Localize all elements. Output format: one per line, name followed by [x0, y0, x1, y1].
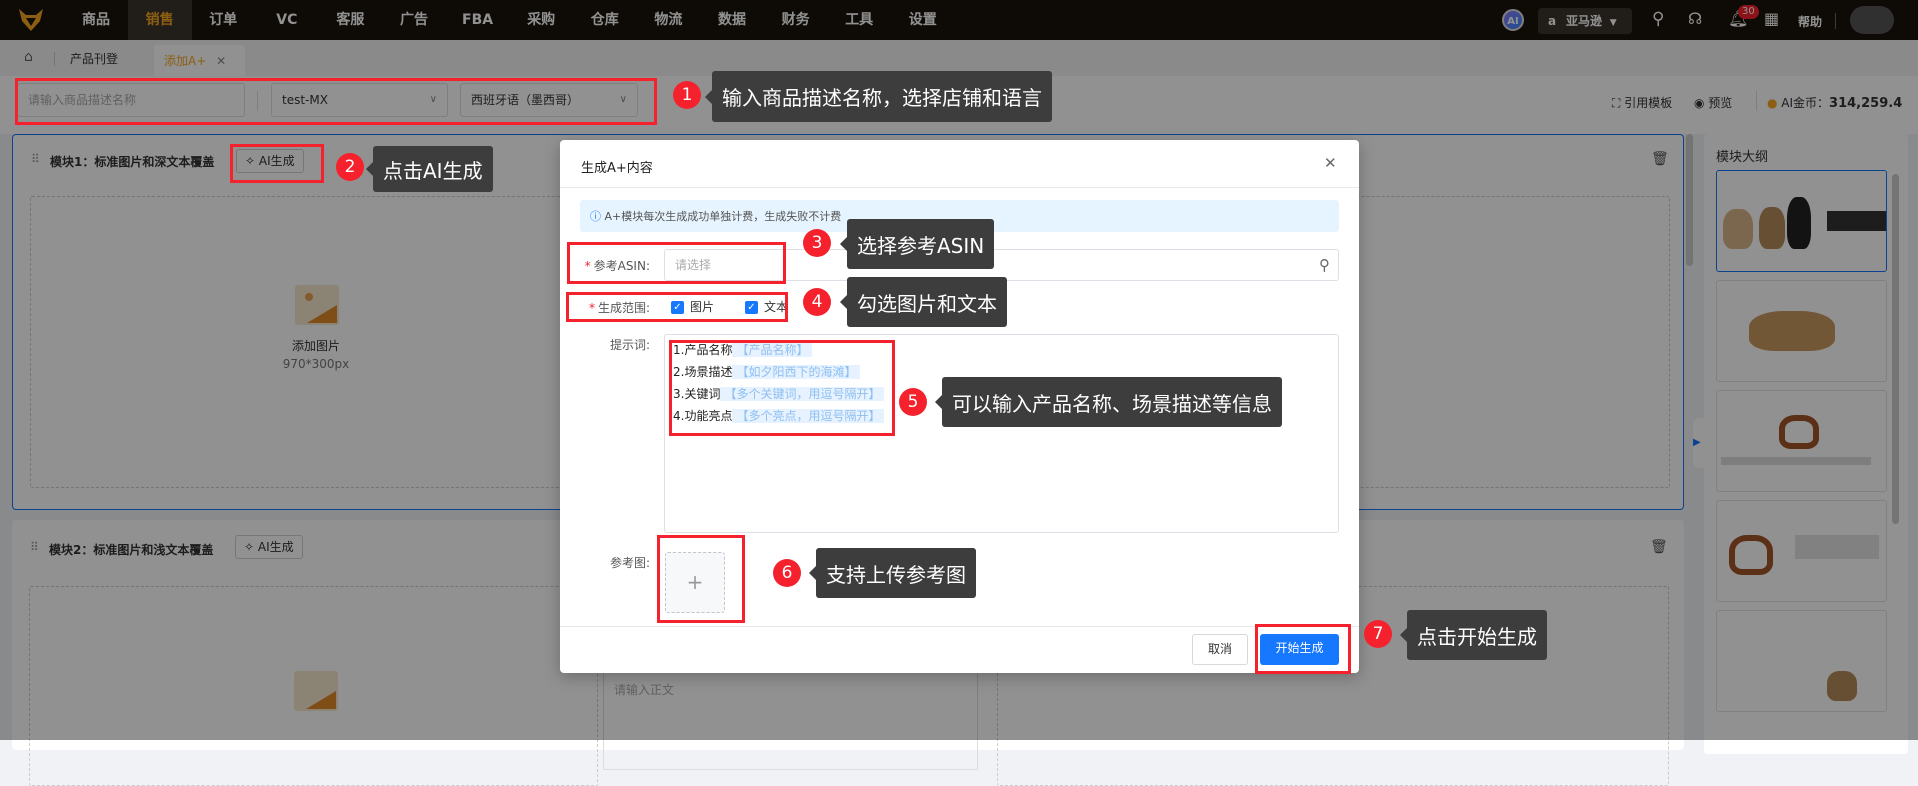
highlight-box-7: [1255, 624, 1351, 674]
reference-image-label: 参考图:: [609, 556, 650, 570]
close-icon[interactable]: ✕: [1324, 154, 1337, 172]
step-badge: 5: [899, 388, 927, 416]
search-icon[interactable]: ⚲: [1319, 250, 1330, 280]
highlight-box-5: [669, 340, 895, 436]
highlight-box-1: [15, 78, 657, 125]
info-icon: ⓘ: [590, 210, 605, 223]
callout-tooltip: 可以输入产品名称、场景描述等信息: [935, 377, 1282, 427]
step-badge: 3: [803, 229, 831, 257]
callout-tooltip: 点击开始生成: [1400, 610, 1547, 660]
step-badge: 2: [336, 153, 364, 181]
dialog-title: 生成A+内容: [581, 161, 653, 176]
callout-tooltip: 点击AI生成: [366, 146, 493, 192]
step-badge: 7: [1364, 620, 1392, 648]
step-badge: 6: [773, 559, 801, 587]
callout-tooltip: 支持上传参考图: [809, 548, 976, 598]
highlight-box-4: [566, 292, 788, 322]
callout-tooltip: 选择参考ASIN: [839, 219, 995, 269]
callout-tooltip: 勾选图片和文本: [840, 277, 1007, 327]
prompt-label: 提示词:: [609, 338, 650, 352]
notice-text: A+模块每次生成成功单独计费，生成失败不计费: [604, 210, 842, 223]
highlight-box-6: [657, 535, 745, 623]
step-badge: 4: [803, 288, 831, 316]
dialog-header-divider: [560, 187, 1359, 188]
highlight-box-2: [230, 144, 324, 183]
step-badge: 1: [673, 81, 701, 109]
highlight-box-3: [567, 242, 786, 284]
callout-tooltip: 输入商品描述名称，选择店铺和语言: [705, 71, 1052, 122]
cancel-button[interactable]: 取消: [1192, 634, 1248, 665]
dialog-footer-divider: [560, 626, 1359, 627]
